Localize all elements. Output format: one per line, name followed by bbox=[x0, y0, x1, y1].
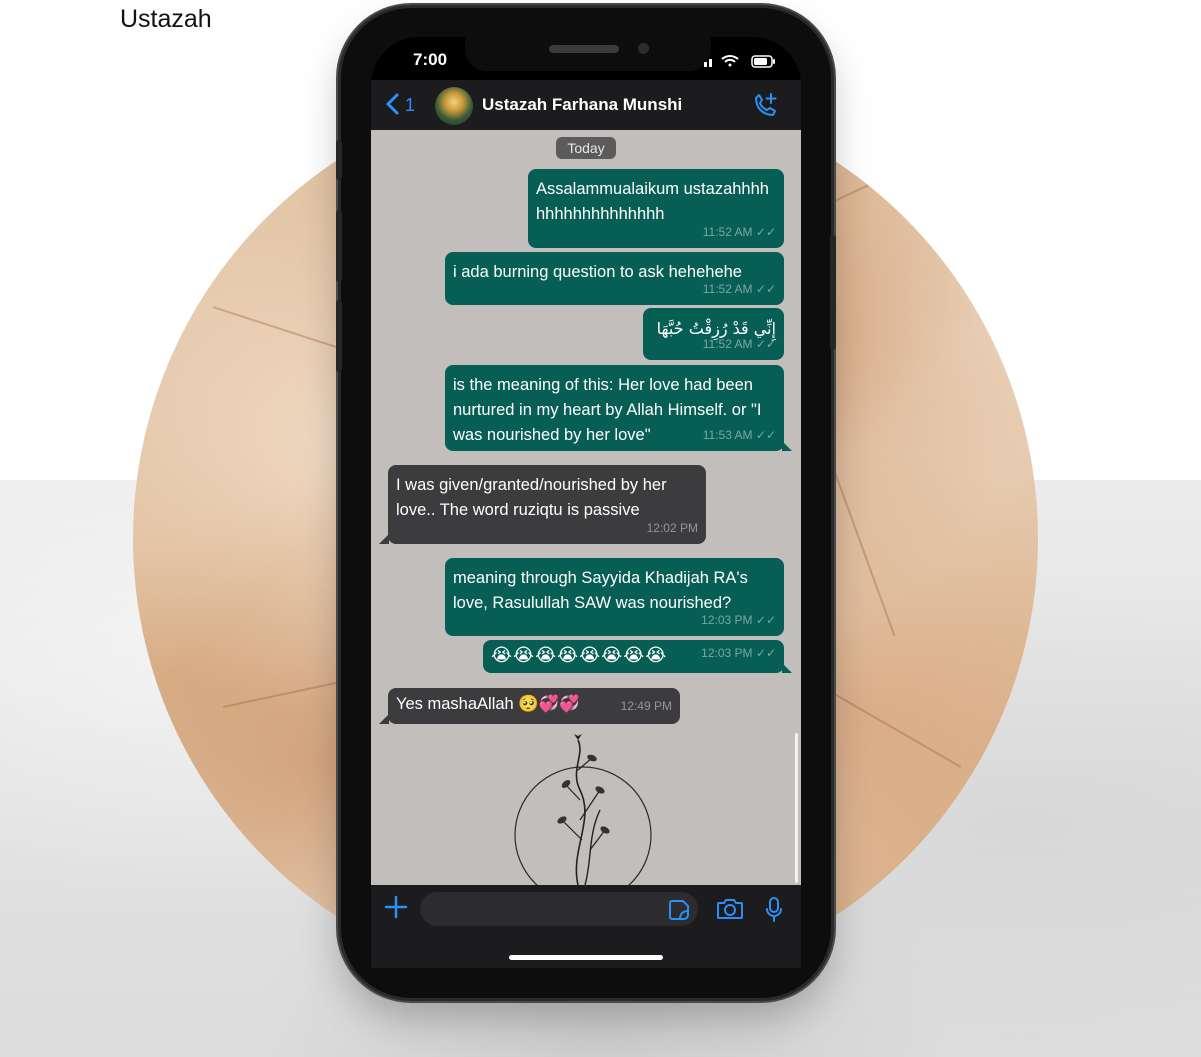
message-meta: 11:52 AM ✓✓ bbox=[702, 282, 776, 296]
status-icons bbox=[704, 55, 775, 68]
message-meta: 12:03 PM ✓✓ bbox=[701, 613, 776, 627]
message-bubble-incoming[interactable]: I was given/granted/nourished by her lov… bbox=[388, 465, 706, 544]
message-bubble-outgoing[interactable]: Assalammualaikum ustazahhhhhhhhhhhhhhhhh… bbox=[528, 169, 784, 248]
bubble-tail bbox=[782, 663, 792, 673]
earpiece-speaker bbox=[549, 45, 619, 53]
unread-count[interactable]: 1 bbox=[405, 95, 415, 116]
flower-doodle bbox=[514, 734, 652, 885]
message-bubble-outgoing[interactable]: i ada burning question to ask hehehehe 1… bbox=[445, 252, 784, 305]
scrollbar[interactable] bbox=[795, 733, 798, 883]
read-ticks-icon: ✓✓ bbox=[755, 225, 776, 239]
message-bubble-outgoing[interactable]: إِنِّي قَدْ رُزِقْتُ حُبَّهَا 11:52 AM ✓… bbox=[643, 308, 784, 360]
caption-text: Ustazah bbox=[120, 0, 212, 38]
microphone-icon[interactable] bbox=[765, 896, 783, 924]
front-camera bbox=[638, 43, 649, 54]
notch bbox=[465, 37, 711, 71]
message-meta: 11:52 AM ✓✓ bbox=[702, 225, 776, 239]
wifi-icon bbox=[721, 55, 739, 67]
message-meta: 12:03 PM ✓✓ bbox=[701, 646, 776, 660]
read-ticks-icon: ✓✓ bbox=[755, 282, 776, 296]
volume-down-button bbox=[336, 300, 342, 372]
home-indicator[interactable] bbox=[509, 955, 663, 960]
message-meta: 12:49 PM bbox=[620, 699, 672, 713]
signal-icon bbox=[704, 59, 712, 67]
message-meta: 11:52 AM ✓✓ bbox=[702, 337, 776, 351]
volume-up-button bbox=[336, 210, 342, 282]
read-ticks-icon: ✓✓ bbox=[755, 613, 776, 627]
plus-icon[interactable] bbox=[384, 892, 408, 929]
read-ticks-icon: ✓✓ bbox=[755, 646, 776, 660]
power-button bbox=[830, 235, 836, 350]
message-bubble-incoming[interactable]: Yes mashaAllah 🥺💞💞 12:49 PM bbox=[388, 688, 680, 724]
contact-name[interactable]: Ustazah Farhana Munshi bbox=[482, 95, 682, 115]
message-meta: 11:53 AM ✓✓ bbox=[702, 428, 776, 442]
camera-icon[interactable] bbox=[716, 897, 744, 921]
caption-line: Ustazah bbox=[120, 5, 212, 33]
avatar[interactable] bbox=[435, 87, 473, 125]
sticker-icon[interactable] bbox=[668, 899, 690, 921]
message-bubble-outgoing[interactable]: is the meaning of this: Her love had bee… bbox=[445, 365, 784, 451]
message-bubble-outgoing[interactable]: 😭😭😭😭😭😭😭😭 12:03 PM ✓✓ bbox=[483, 640, 784, 673]
read-ticks-icon: ✓✓ bbox=[755, 337, 776, 351]
bubble-tail bbox=[782, 441, 792, 451]
status-time: 7:00 bbox=[413, 50, 448, 69]
add-call-icon[interactable] bbox=[751, 92, 779, 120]
message-input[interactable] bbox=[420, 892, 698, 926]
battery-icon bbox=[751, 55, 775, 68]
message-meta: 12:02 PM bbox=[646, 521, 698, 535]
mute-switch bbox=[336, 140, 342, 180]
chevron-left-icon[interactable] bbox=[384, 92, 400, 121]
bubble-tail bbox=[379, 714, 389, 724]
read-ticks-icon: ✓✓ bbox=[755, 428, 776, 442]
message-bubble-outgoing[interactable]: meaning through Sayyida Khadijah RA's lo… bbox=[445, 558, 784, 636]
bubble-tail bbox=[379, 534, 389, 544]
date-separator: Today bbox=[556, 137, 616, 159]
